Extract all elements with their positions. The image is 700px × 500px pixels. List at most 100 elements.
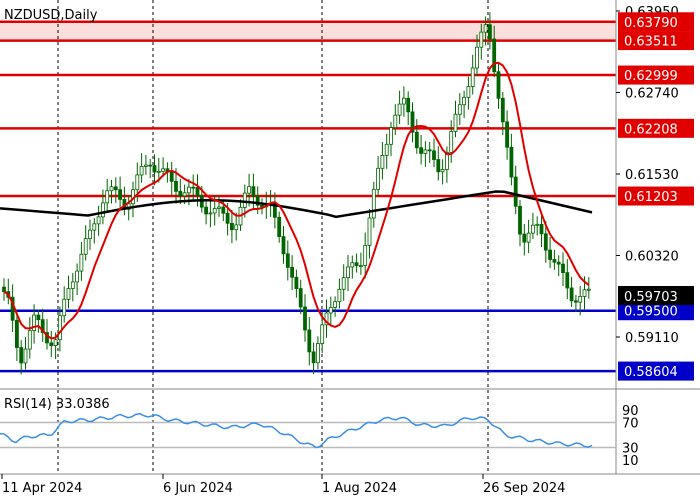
candle-body — [354, 262, 359, 266]
candle-body — [23, 348, 28, 364]
price-tick-label: 0.60320 — [625, 250, 679, 265]
candle-body — [367, 217, 372, 246]
candle-body — [548, 249, 552, 260]
current-price-label: 0.59703 — [624, 290, 678, 305]
candle-body — [586, 288, 591, 291]
candle-body — [513, 176, 518, 207]
candle-body — [358, 265, 363, 267]
candle-body — [204, 206, 209, 215]
candle-body — [113, 186, 118, 191]
support-label: 0.58604 — [624, 365, 678, 380]
candle-body — [457, 104, 462, 115]
resistance-label: 0.62208 — [624, 122, 678, 137]
candle-body — [281, 236, 286, 255]
candle-body — [19, 347, 24, 364]
candle-body — [380, 155, 385, 169]
rsi-title: RSI(14) 33.0386 — [4, 397, 110, 412]
candle-body — [148, 164, 153, 167]
candle-body — [298, 288, 303, 308]
candle-body — [92, 223, 97, 231]
candle-body — [531, 224, 535, 234]
candle-body — [79, 253, 84, 272]
candle-body — [414, 131, 419, 149]
candle-body — [83, 238, 88, 255]
candle-body — [346, 266, 350, 279]
candle-body — [53, 339, 58, 346]
candle-body — [397, 103, 402, 116]
rsi-tick-label: 10 — [622, 454, 639, 469]
price-chart[interactable]: NZDUSD,Daily 0.639500.627400.615300.6032… — [0, 0, 700, 500]
candle-body — [285, 253, 290, 268]
candle-body — [466, 86, 471, 98]
date-label: 6 Jun 2024 — [163, 481, 233, 496]
candle-body — [432, 150, 436, 160]
candle-body — [539, 223, 544, 235]
symbol-title: NZDUSD,Daily — [4, 8, 98, 23]
candle-body — [290, 266, 295, 278]
resistance-label: 0.61203 — [624, 190, 678, 205]
candle-body — [229, 222, 234, 231]
candle-body — [139, 166, 144, 176]
candle-body — [483, 24, 488, 33]
candle-body — [182, 192, 187, 197]
candle-body — [449, 131, 454, 153]
candle-body — [436, 159, 441, 173]
candle-body — [333, 301, 338, 308]
candle-body — [565, 272, 570, 289]
candle-body — [66, 288, 71, 300]
candle-body — [307, 329, 312, 353]
candle-body — [2, 286, 6, 292]
candle-body — [178, 190, 183, 197]
candle-body — [496, 71, 501, 99]
candle-body — [225, 212, 230, 224]
candle-body — [88, 229, 92, 239]
candle-body — [62, 298, 67, 317]
candle-body — [191, 186, 196, 189]
candle-body — [161, 168, 166, 172]
candle-body — [101, 202, 105, 218]
candle-body — [105, 190, 110, 204]
candle-body — [242, 192, 247, 208]
candle-body — [169, 171, 174, 182]
support-label: 0.59500 — [624, 305, 678, 320]
candle-body — [427, 149, 432, 152]
candle-body — [453, 113, 458, 132]
candle-body — [371, 188, 376, 219]
resistance-label: 0.63790 — [624, 16, 678, 31]
candle-body — [303, 306, 307, 331]
candle-body — [96, 216, 101, 225]
candle-body — [543, 233, 548, 251]
candle-body — [376, 167, 381, 190]
resistance-zone — [0, 21, 616, 41]
candle-body — [475, 46, 479, 69]
candle-body — [569, 287, 574, 302]
candle-body — [440, 169, 445, 173]
candle-body — [315, 343, 320, 364]
candle-body — [492, 38, 497, 73]
price-tick-label: 0.59110 — [625, 331, 679, 346]
candle-body — [389, 127, 393, 145]
candle-body — [350, 262, 355, 268]
candle-body — [217, 206, 221, 209]
level-labels: 0.63790 0.63511 0.62999 0.62208 0.61203 0.595… — [618, 12, 694, 381]
date-label: 11 Apr 2024 — [2, 481, 82, 496]
candle-body — [363, 245, 368, 266]
candle-body — [212, 208, 217, 214]
candle-body — [505, 121, 510, 148]
candle-body — [251, 186, 256, 197]
candle-body — [320, 324, 325, 344]
candle-body — [70, 281, 75, 289]
rsi-axis: 90703010 — [622, 404, 639, 469]
candle-body — [462, 96, 467, 106]
candle-body — [535, 223, 540, 226]
candle-body — [500, 97, 505, 123]
candle-body — [118, 189, 122, 200]
resistance-label: 0.62999 — [624, 69, 678, 84]
candle-body — [509, 146, 514, 178]
candle-body — [221, 206, 226, 214]
candle-body — [526, 232, 531, 243]
candle-body — [277, 216, 282, 237]
candle-body — [27, 330, 32, 350]
candle-body — [75, 270, 79, 283]
date-label: 26 Sep 2024 — [483, 481, 565, 496]
